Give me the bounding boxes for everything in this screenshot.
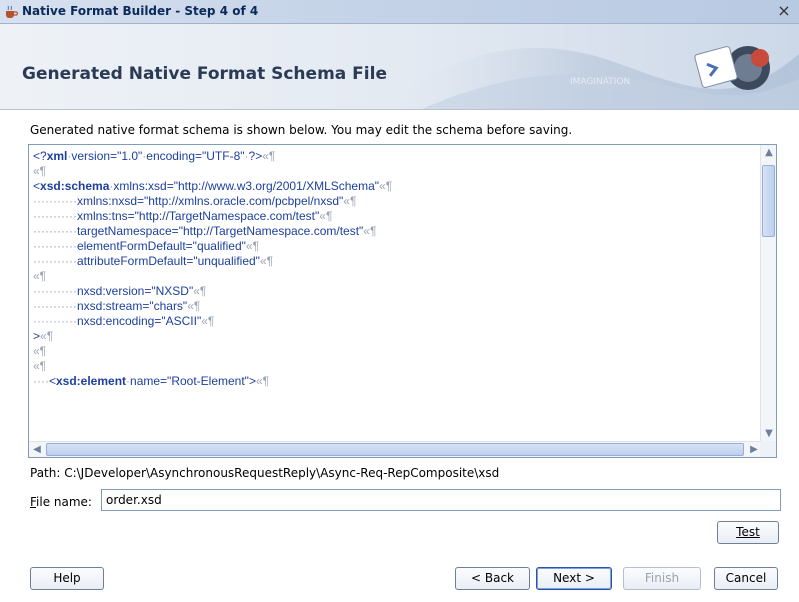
code-token: elementFormDefault="qualified": [76, 239, 246, 253]
file-name-label: File name:: [30, 495, 92, 509]
wizard-header: IMAGINATION Generated Native Format Sche…: [0, 24, 799, 110]
code-token: «¶: [40, 329, 54, 343]
code-token: ····: [33, 374, 49, 388]
back-button[interactable]: < Back: [455, 567, 530, 590]
code-token: xml: [46, 149, 68, 163]
code-token: «¶: [193, 284, 207, 298]
cancel-button[interactable]: Cancel: [714, 567, 778, 590]
code-token: «¶: [33, 344, 47, 358]
code-token: «¶: [201, 314, 215, 328]
file-name-label-text: ile name:: [36, 495, 92, 509]
code-line[interactable]: ···········elementFormDefault="qualified…: [33, 239, 761, 254]
next-button-label: Next >: [553, 571, 595, 585]
code-token: «¶: [187, 299, 201, 313]
file-name-field[interactable]: order.xsd: [101, 489, 781, 511]
code-token: xsd:element: [56, 374, 127, 388]
code-token: ···········: [33, 299, 77, 313]
code-line[interactable]: «¶: [33, 359, 761, 374]
code-token: ···········: [33, 314, 77, 328]
coffee-cup-icon: [6, 5, 18, 18]
code-token: ···········: [33, 209, 77, 223]
code-token: «¶: [343, 194, 357, 208]
page-title: Generated Native Format Schema File: [22, 64, 387, 84]
code-line[interactable]: «¶: [33, 164, 761, 179]
scroll-down-icon[interactable]: ▼: [761, 426, 776, 442]
header-watermark: IMAGINATION: [570, 77, 630, 87]
code-token: ···········: [33, 239, 77, 253]
code-line[interactable]: >«¶: [33, 329, 761, 344]
close-icon[interactable]: ×: [775, 2, 793, 20]
code-token: name="Root-Element": [130, 374, 249, 388]
code-token: attributeFormDefault="unqualified": [76, 254, 260, 268]
code-line[interactable]: ···········nxsd:encoding="ASCII"«¶: [33, 314, 761, 329]
code-token: nxsd:version="NXSD": [76, 284, 194, 298]
code-line[interactable]: ···········xmlns:tns="http://TargetNames…: [33, 209, 761, 224]
description-text: Generated native format schema is shown …: [30, 123, 573, 137]
code-line[interactable]: ···········nxsd:version="NXSD"«¶: [33, 284, 761, 299]
code-token: «¶: [379, 179, 393, 193]
wizard-graphic-icon: [694, 46, 770, 90]
code-token: <: [48, 374, 56, 388]
code-token: nxsd:encoding="ASCII": [76, 314, 202, 328]
code-line[interactable]: <?xml·version="1.0"·encoding="UTF-8"·?>«…: [33, 149, 761, 164]
code-token: ?>: [248, 149, 263, 163]
test-button-label: Test: [736, 525, 760, 539]
code-token: ···········: [33, 254, 77, 268]
code-token: <: [33, 179, 41, 193]
code-line[interactable]: «¶: [33, 269, 761, 284]
code-token: xmlns:nxsd="http://xmlns.oracle.com/pcbp…: [76, 194, 344, 208]
next-button[interactable]: Next >: [536, 567, 612, 590]
code-token: ···········: [33, 284, 77, 298]
finish-button[interactable]: Finish: [623, 567, 701, 590]
code-token: «¶: [255, 374, 270, 388]
vertical-scroll-thumb[interactable]: [762, 165, 775, 237]
code-line[interactable]: ···········xmlns:nxsd="http://xmlns.orac…: [33, 194, 761, 209]
schema-text[interactable]: <?xml·version="1.0"·encoding="UTF-8"·?>«…: [33, 149, 761, 439]
back-button-label: < Back: [470, 571, 514, 585]
code-token: ···········: [33, 224, 77, 238]
test-button[interactable]: Test: [717, 521, 779, 544]
code-token: xmlns:xsd="http://www.w3.org/2001/XMLSch…: [113, 179, 380, 193]
schema-editor[interactable]: <?xml·version="1.0"·encoding="UTF-8"·?>«…: [28, 144, 777, 458]
code-line[interactable]: ···········nxsd:stream="chars"«¶: [33, 299, 761, 314]
code-token: >: [248, 374, 256, 388]
scrollbar-corner: [760, 441, 776, 457]
horizontal-scroll-thumb[interactable]: [46, 443, 744, 456]
code-token: «¶: [262, 149, 276, 163]
code-token: >: [33, 329, 41, 343]
code-token: «¶: [33, 269, 47, 283]
code-token: version="1.0": [71, 149, 143, 163]
scroll-up-icon[interactable]: ▲: [761, 145, 776, 161]
path-label: Path: C:\JDeveloper\AsynchronousRequestR…: [30, 466, 500, 480]
code-line[interactable]: «¶: [33, 344, 761, 359]
code-token: xsd:schema: [40, 179, 110, 193]
code-token: nxsd:stream="chars": [76, 299, 188, 313]
finish-button-label: Finish: [644, 571, 680, 585]
code-token: «¶: [33, 359, 47, 373]
vertical-scrollbar[interactable]: ▲ ▼: [760, 145, 776, 442]
window-titlebar: Native Format Builder - Step 4 of 4 ×: [0, 0, 799, 24]
code-token: «¶: [245, 239, 260, 253]
code-token: targetNamespace="http://TargetNamespace.…: [76, 224, 364, 238]
window-title: Native Format Builder - Step 4 of 4: [22, 4, 259, 18]
help-button-label: Help: [53, 571, 81, 585]
code-token: «¶: [319, 209, 333, 223]
code-line[interactable]: ···········attributeFormDefault="unquali…: [33, 254, 761, 269]
code-token: «¶: [33, 164, 47, 178]
cancel-button-label: Cancel: [725, 571, 767, 585]
code-line[interactable]: <xsd:schema·xmlns:xsd="http://www.w3.org…: [33, 179, 761, 194]
scroll-left-icon[interactable]: ◀: [29, 442, 45, 457]
code-token: xmlns:tns="http://TargetNamespace.com/te…: [76, 209, 320, 223]
code-token: «¶: [259, 254, 274, 268]
help-button[interactable]: Help: [30, 567, 104, 590]
code-line[interactable]: ···········targetNamespace="http://Targe…: [33, 224, 761, 239]
code-token: <?: [33, 149, 47, 163]
code-token: ···········: [33, 194, 77, 208]
code-line[interactable]: ····<xsd:element·name="Root-Element">«¶: [33, 374, 761, 389]
code-token: encoding="UTF-8": [146, 149, 245, 163]
code-token: «¶: [363, 224, 377, 238]
horizontal-scrollbar[interactable]: ◀ ▶: [29, 441, 762, 457]
